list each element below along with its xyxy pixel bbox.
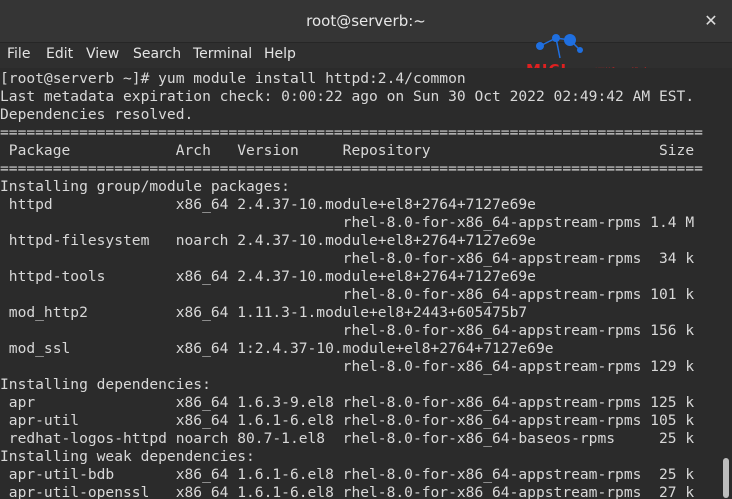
terminal-line: rhel-8.0-for-x86_64-appstream-rpms 101 k [0,286,695,303]
terminal-line: Installing group/module packages: [0,178,290,195]
terminal-line: Dependencies resolved. [0,106,194,123]
menu-search[interactable]: Search [133,46,181,62]
terminal-line: Installing weak dependencies: [0,448,255,465]
terminal-line: apr-util-openssl x86_64 1.6.1-6.el8 rhel… [0,484,695,499]
vertical-scrollbar[interactable] [720,68,732,499]
terminal-line: rhel-8.0-for-x86_64-appstream-rpms 156 k [0,322,695,339]
terminal-line: redhat-logos-httpd noarch 80.7-1.el8 rhe… [0,430,695,447]
close-icon[interactable]: ✕ [700,10,722,32]
scrollbar-thumb[interactable] [723,458,729,498]
menu-help[interactable]: Help [264,46,296,62]
terminal-line: ========================================… [0,124,703,141]
terminal-line: ========================================… [0,160,703,177]
menu-edit[interactable]: Edit [46,46,73,62]
terminal-line: Package Arch Version Repository Size [0,142,695,159]
terminal-line: [root@serverb ~]# yum module install htt… [0,70,466,87]
terminal-line: apr-util x86_64 1.6.1-6.el8 rhel-8.0-for… [0,412,695,429]
terminal-line: httpd x86_64 2.4.37-10.module+el8+2764+7… [0,196,536,213]
terminal-line: httpd-tools x86_64 2.4.37-10.module+el8+… [0,268,536,285]
terminal-line: Last metadata expiration check: 0:00:22 … [0,88,695,105]
terminal-line: rhel-8.0-for-x86_64-appstream-rpms 34 k [0,250,695,267]
terminal-line: mod_ssl x86_64 1:2.4.37-10.module+el8+27… [0,340,554,357]
terminal-line: Installing dependencies: [0,376,211,393]
menu-terminal[interactable]: Terminal [193,46,252,62]
menu-view[interactable]: View [86,46,119,62]
terminal-window: root@serverb:~ ✕ File Edit View Search T… [0,0,732,499]
terminal-line: rhel-8.0-for-x86_64-appstream-rpms 129 k [0,358,695,375]
terminal-line: rhel-8.0-for-x86_64-appstream-rpms 1.4 M [0,214,695,231]
menu-file[interactable]: File [7,46,30,62]
terminal-output[interactable]: [root@serverb ~]# yum module install htt… [0,68,720,499]
terminal-line: apr x86_64 1.6.3-9.el8 rhel-8.0-for-x86_… [0,394,695,411]
terminal-line: apr-util-bdb x86_64 1.6.1-6.el8 rhel-8.0… [0,466,695,483]
terminal-line: httpd-filesystem noarch 2.4.37-10.module… [0,232,536,249]
terminal-line: mod_http2 x86_64 1.11.3-1.module+el8+244… [0,304,528,321]
